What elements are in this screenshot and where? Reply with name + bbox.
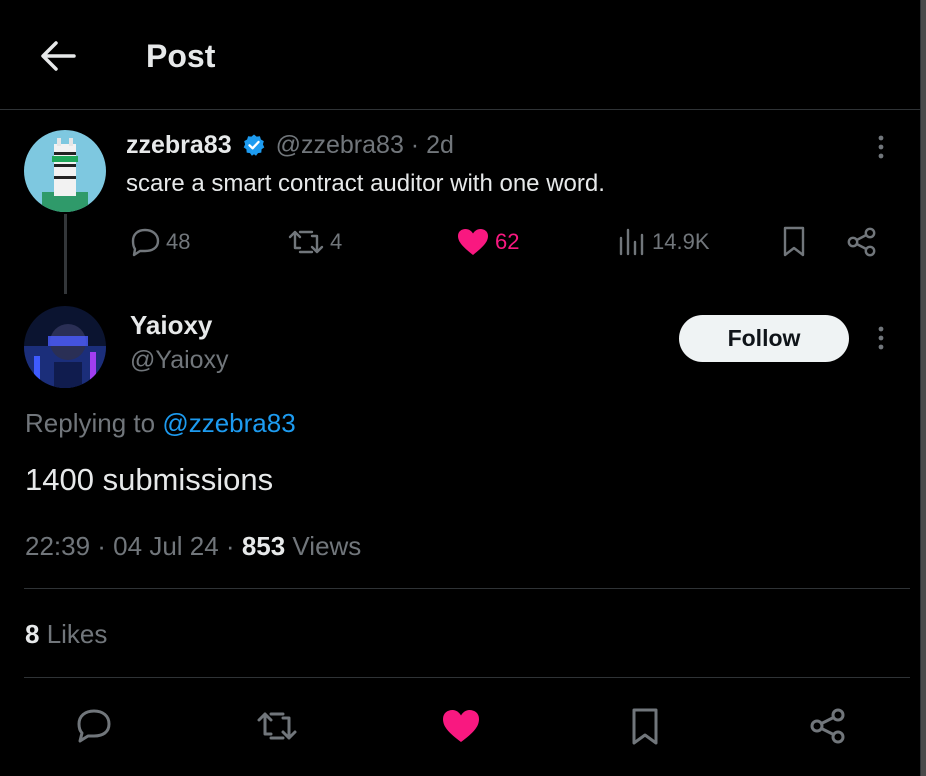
follow-button[interactable]: Follow bbox=[679, 315, 849, 362]
bookmark-action[interactable] bbox=[780, 226, 812, 258]
thread-connector-line bbox=[64, 214, 67, 294]
repost-count: 4 bbox=[330, 229, 343, 254]
back-arrow-icon bbox=[41, 41, 76, 71]
page-header: Post bbox=[0, 0, 921, 110]
likes-label: Likes bbox=[39, 619, 108, 649]
zebra-avatar-image bbox=[24, 130, 106, 212]
bookmark-icon bbox=[632, 708, 658, 745]
bookmark-button[interactable] bbox=[627, 706, 667, 746]
like-count: 62 bbox=[495, 229, 520, 254]
post-views-count: 853 bbox=[241, 531, 286, 561]
share-button[interactable] bbox=[808, 706, 848, 746]
post-views-label: Views bbox=[285, 531, 362, 561]
heart-icon bbox=[443, 710, 479, 742]
post-more-button[interactable] bbox=[866, 323, 896, 353]
post-timestamp[interactable]: 22:39 · 04 Jul 24 · bbox=[25, 531, 242, 561]
likes-summary[interactable]: 8 Likes bbox=[25, 619, 107, 650]
more-icon bbox=[878, 326, 884, 350]
back-button[interactable] bbox=[36, 36, 80, 76]
avatar-zzebra83[interactable] bbox=[24, 130, 106, 212]
likes-count: 8 bbox=[25, 619, 40, 649]
repost-icon bbox=[257, 712, 297, 740]
more-icon bbox=[878, 135, 884, 159]
share-action[interactable] bbox=[846, 226, 882, 258]
views-count: 14.9K bbox=[652, 229, 710, 254]
replying-to: Replying to @zzebra83 bbox=[25, 408, 296, 439]
replying-mention-link[interactable]: @zzebra83 bbox=[162, 408, 295, 438]
views-icon bbox=[619, 228, 644, 256]
repost-icon bbox=[288, 230, 324, 254]
reply-button[interactable] bbox=[74, 706, 114, 746]
author-name[interactable]: zzebra83 bbox=[126, 131, 232, 160]
heart-icon bbox=[458, 229, 488, 255]
author-name[interactable]: Yaioxy bbox=[130, 310, 212, 341]
verified-badge-icon bbox=[243, 134, 264, 156]
share-icon bbox=[810, 708, 845, 744]
post-meta: 22:39 · 04 Jul 24 · 853 Views bbox=[25, 531, 361, 562]
post-text: 1400 submissions bbox=[25, 462, 274, 497]
divider bbox=[24, 588, 910, 589]
reply-count: 48 bbox=[166, 229, 191, 254]
reply-icon bbox=[77, 709, 111, 743]
author-handle-time[interactable]: @zzebra83 · 2d bbox=[276, 131, 454, 160]
reply-icon bbox=[131, 228, 160, 257]
divider bbox=[24, 677, 910, 678]
repost-action[interactable]: 4 bbox=[286, 226, 342, 258]
like-button[interactable] bbox=[441, 706, 481, 746]
author-handle[interactable]: @Yaioxy bbox=[130, 346, 229, 375]
reply-action[interactable]: 48 bbox=[128, 226, 190, 258]
share-icon bbox=[847, 227, 876, 257]
like-action[interactable]: 62 bbox=[455, 226, 519, 258]
bookmark-icon bbox=[783, 226, 805, 257]
parent-more-button[interactable] bbox=[866, 132, 896, 162]
repost-button[interactable] bbox=[255, 706, 297, 746]
post-page: Post zzebra83 @zzebra83 · 2d scare a sma… bbox=[0, 0, 921, 776]
views-action[interactable]: 14.9K bbox=[616, 226, 710, 258]
parent-tweet-header: zzebra83 @zzebra83 · 2d bbox=[126, 128, 454, 162]
page-title: Post bbox=[146, 38, 216, 74]
yaioxy-avatar-image bbox=[24, 306, 106, 388]
replying-prefix: Replying to bbox=[25, 408, 163, 438]
parent-tweet-text: scare a smart contract auditor with one … bbox=[126, 170, 605, 197]
avatar-yaioxy[interactable] bbox=[24, 306, 106, 388]
